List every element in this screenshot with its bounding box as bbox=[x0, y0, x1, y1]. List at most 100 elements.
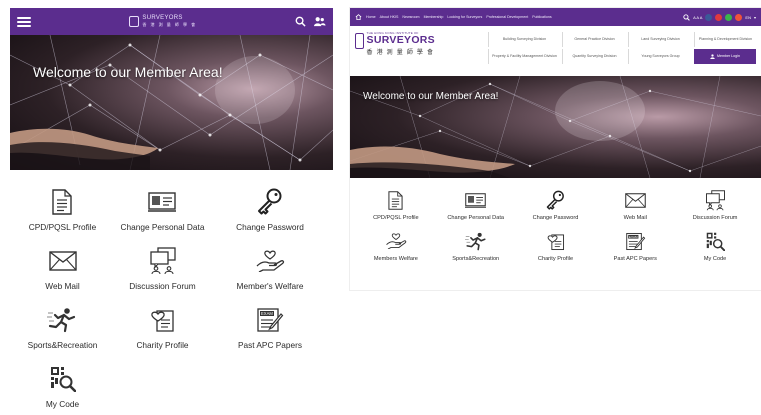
hand-heart-icon bbox=[253, 246, 287, 276]
tile-change-personal-data[interactable]: Change Personal Data bbox=[447, 189, 504, 221]
runner-icon bbox=[463, 230, 489, 252]
nav-professional-development[interactable]: Professional Development bbox=[486, 15, 528, 19]
nav-membership[interactable]: Membership bbox=[424, 15, 444, 19]
charity-icon bbox=[542, 230, 568, 252]
network-background bbox=[10, 35, 333, 170]
tile-cpd-pqsl-profile[interactable]: CPD/PQSL Profile bbox=[373, 189, 419, 221]
division-planning-development[interactable]: Planning & Development Division bbox=[694, 32, 756, 47]
tile-label: Charity Profile bbox=[136, 340, 189, 350]
tile-members-welfare[interactable]: Members Welfare bbox=[374, 230, 418, 262]
search-icon[interactable] bbox=[683, 13, 690, 21]
weibo-icon[interactable] bbox=[735, 13, 743, 21]
top-nav: Home About HKIS Newsroom Membership Look… bbox=[355, 14, 552, 20]
tile-label: My Code bbox=[703, 256, 727, 262]
mobile-logo-sub: 香 港 測 量 師 學 會 bbox=[142, 22, 197, 27]
member-login-label: Member Login bbox=[717, 54, 740, 59]
division-quantity-surveying[interactable]: Quantity Surveying Division bbox=[562, 49, 626, 64]
home-icon[interactable] bbox=[355, 14, 362, 20]
tile-label: Change Password bbox=[236, 222, 304, 232]
tile-label: Web Mail bbox=[45, 281, 80, 291]
tile-label: Change Personal Data bbox=[447, 215, 504, 221]
tile-sports-recreation[interactable]: Sports&Recreation bbox=[452, 230, 499, 262]
logo-chinese: 香 港 測 量 師 學 會 bbox=[366, 50, 435, 56]
division-land-surveying[interactable]: Land Surveying Division bbox=[628, 32, 692, 47]
tile-label: Discussion Forum bbox=[129, 281, 196, 291]
tile-label: Charity Profile bbox=[537, 256, 574, 262]
division-property-facility[interactable]: Property & Facility Management Division bbox=[488, 49, 560, 64]
desktop-tile-grid: CPD/PQSL Profile Change Personal Data Ch… bbox=[350, 178, 761, 262]
qr-search-icon bbox=[702, 230, 728, 252]
tile-change-password[interactable]: Change Password bbox=[236, 187, 304, 232]
language-selector[interactable]: EN bbox=[745, 15, 751, 20]
tile-label: Change Password bbox=[532, 215, 579, 221]
crest-icon bbox=[129, 16, 140, 27]
exam-icon: EXAM bbox=[622, 230, 648, 252]
desktop-member-area: Home About HKIS Newsroom Membership Look… bbox=[350, 8, 761, 290]
desktop-logo[interactable]: THE HONG KONG INSTITUTE OF SURVEYORS 香 港… bbox=[355, 31, 435, 76]
nav-publications[interactable]: Publications bbox=[532, 15, 551, 19]
tile-cpd-pqsl-profile[interactable]: CPD/PQSL Profile bbox=[29, 187, 96, 232]
tile-label: Sports&Recreation bbox=[452, 256, 500, 262]
envelope-icon bbox=[622, 189, 648, 211]
tile-label: Sports&Recreation bbox=[27, 340, 98, 350]
nav-newsroom[interactable]: Newsroom bbox=[402, 15, 419, 19]
facebook-icon[interactable] bbox=[705, 13, 713, 21]
tile-charity-profile[interactable]: Charity Profile bbox=[538, 230, 573, 262]
chevron-down-icon[interactable]: ▾ bbox=[754, 15, 756, 20]
tile-sports-recreation[interactable]: Sports&Recreation bbox=[27, 305, 98, 350]
qr-search-icon bbox=[46, 364, 80, 394]
division-building-surveying[interactable]: Building Surveying Division bbox=[488, 32, 560, 47]
forum-icon bbox=[146, 246, 180, 276]
wechat-icon[interactable] bbox=[725, 13, 733, 21]
hand-heart-icon bbox=[383, 230, 409, 252]
nav-looking-for-surveyors[interactable]: Looking for Surveyors bbox=[447, 15, 482, 19]
division-general-practice[interactable]: General Practice Division bbox=[562, 32, 626, 47]
tile-label: Change Personal Data bbox=[120, 222, 205, 232]
tile-members-welfare[interactable]: Member's Welfare bbox=[236, 246, 304, 291]
document-icon bbox=[45, 187, 79, 217]
tile-my-code[interactable]: My Code bbox=[46, 364, 80, 409]
banner-welcome-text: Welcome to our Member Area! bbox=[363, 91, 499, 102]
key-icon bbox=[253, 187, 287, 217]
runner-icon bbox=[45, 305, 79, 335]
nav-home[interactable]: Home bbox=[366, 15, 376, 19]
tile-label: Members Welfare bbox=[373, 256, 418, 262]
tile-change-password[interactable]: Change Password bbox=[532, 189, 579, 221]
tile-web-mail[interactable]: Web Mail bbox=[45, 246, 80, 291]
mobile-tile-grid: CPD/PQSL Profile Change Personal Data Ch… bbox=[10, 170, 333, 409]
youtube-icon[interactable] bbox=[715, 13, 723, 21]
top-tools: A A A EN ▾ bbox=[683, 13, 756, 21]
hamburger-icon[interactable] bbox=[17, 16, 31, 27]
tile-label: Member's Welfare bbox=[236, 281, 304, 291]
tile-past-apc-papers[interactable]: EXAM Past APC Papers bbox=[238, 305, 302, 350]
division-young-surveyors[interactable]: Young Surveyors Group bbox=[628, 49, 692, 64]
search-icon[interactable] bbox=[295, 16, 306, 27]
svg-text:EXAM: EXAM bbox=[629, 234, 638, 238]
tile-my-code[interactable]: My Code bbox=[702, 230, 728, 262]
member-login-button[interactable]: Member Login bbox=[694, 49, 756, 64]
id-card-icon bbox=[145, 187, 179, 217]
mobile-member-area: SURVEYORS 香 港 測 量 師 學 會 Welcome to our M… bbox=[10, 8, 333, 415]
nav-about[interactable]: About HKIS bbox=[380, 15, 399, 19]
tile-web-mail[interactable]: Web Mail bbox=[622, 189, 648, 221]
mobile-top-bar: SURVEYORS 香 港 測 量 師 學 會 bbox=[10, 8, 333, 35]
tile-past-apc-papers[interactable]: EXAM Past APC Papers bbox=[614, 230, 657, 262]
tile-charity-profile[interactable]: Charity Profile bbox=[136, 305, 189, 350]
tile-label: Past APC Papers bbox=[237, 340, 303, 350]
mobile-logo[interactable]: SURVEYORS 香 港 測 量 師 學 會 bbox=[129, 15, 196, 28]
svg-text:EXAM: EXAM bbox=[261, 311, 273, 316]
tile-discussion-forum[interactable]: Discussion Forum bbox=[693, 189, 737, 221]
id-card-icon bbox=[463, 189, 489, 211]
charity-icon bbox=[145, 305, 179, 335]
user-group-icon[interactable] bbox=[313, 16, 326, 27]
mobile-banner: Welcome to our Member Area! bbox=[10, 35, 333, 170]
tile-label: Web Mail bbox=[623, 215, 647, 221]
desktop-header: THE HONG KONG INSTITUTE OF SURVEYORS 香 港… bbox=[350, 26, 761, 76]
exam-icon: EXAM bbox=[253, 305, 287, 335]
tile-discussion-forum[interactable]: Discussion Forum bbox=[129, 246, 196, 291]
desktop-banner: Welcome to our Member Area! bbox=[350, 76, 761, 178]
desktop-top-bar: Home About HKIS Newsroom Membership Look… bbox=[350, 8, 761, 26]
tile-change-personal-data[interactable]: Change Personal Data bbox=[120, 187, 205, 232]
tile-label: Past APC Papers bbox=[613, 256, 657, 262]
font-size-selector[interactable]: A A A bbox=[693, 15, 702, 20]
